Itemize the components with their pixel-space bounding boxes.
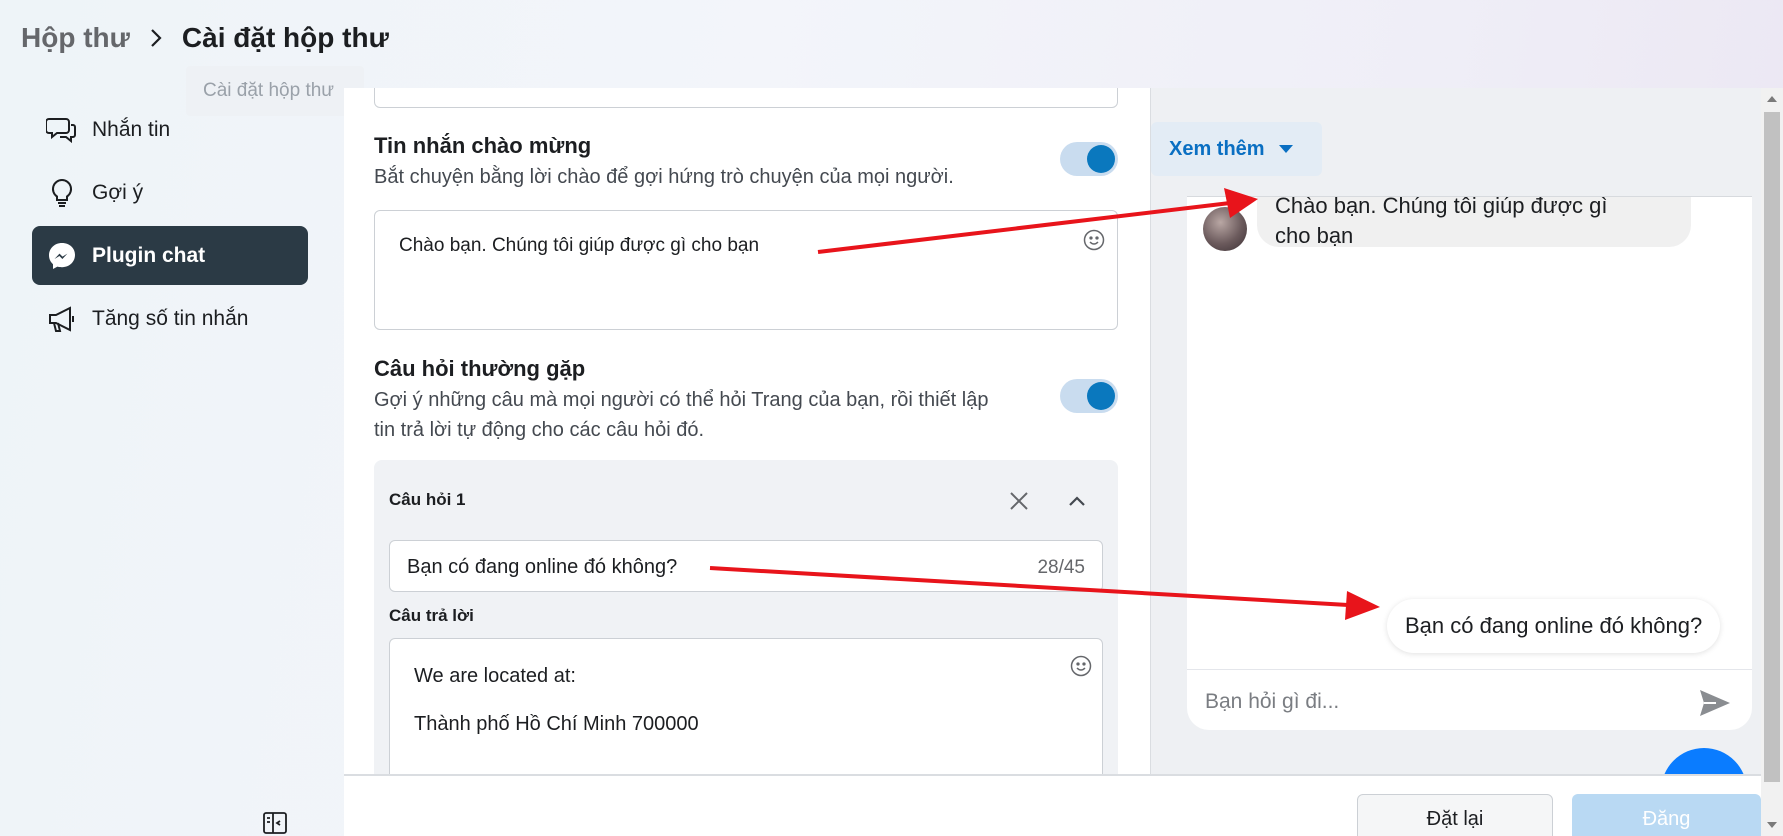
settings-panel: Tin nhắn chào mừng Bắt chuyện bằng lời c… [344,88,1150,774]
chat-input-placeholder: Bạn hỏi gì đi... [1205,690,1340,713]
faq-title: Câu hỏi thường gặp [374,356,586,381]
scroll-up-arrow-icon[interactable] [1767,96,1777,102]
sidebar-item-label: Nhắn tin [92,117,171,141]
emoji-icon[interactable] [1083,229,1105,251]
chat-window: Chào bạn. Chúng tôi giúp được gì cho bạn… [1187,196,1752,730]
messenger-icon [46,240,78,272]
reset-button[interactable]: Đặt lại [1357,794,1553,836]
chat-input[interactable]: Bạn hỏi gì đi... [1187,669,1752,730]
close-icon[interactable] [1008,490,1030,512]
chat-preview-panel: Xem thêm Chào bạn. Chúng tôi giúp được g… [1150,88,1761,774]
scroll-thumb[interactable] [1764,112,1780,782]
answer-line: We are located at: [414,665,576,687]
see-more-label: Xem thêm [1169,137,1265,160]
chevron-right-icon [145,27,167,49]
lightbulb-icon [46,177,78,209]
faq-toggle[interactable] [1060,379,1118,413]
answer-label: Câu trả lời [389,606,474,625]
greeting-title: Tin nhắn chào mừng [374,133,592,158]
faq-description-line1: Gợi ý những câu mà mọi người có thể hỏi … [374,389,989,411]
messenger-chat-button[interactable] [1661,748,1747,774]
sidebar-item-messaging[interactable]: Nhắn tin [32,100,308,159]
sidebar-item-plugin-chat[interactable]: Plugin chat [32,226,308,285]
page-title: Cài đặt hộp thư [181,22,389,53]
greeting-message-input[interactable]: Chào bạn. Chúng tôi giúp được gì cho bạn [374,210,1118,330]
question-input-value: Bạn có đang online đó không? [407,556,678,578]
toggle-knob [1087,145,1115,173]
faq-question-card: Câu hỏi 1 Bạn có đang online đó không? 2… [374,460,1118,774]
bot-message-line: Chào bạn. Chúng tôi giúp được gì [1275,196,1608,218]
see-more-button[interactable]: Xem thêm [1151,122,1322,176]
collapse-sidebar-icon[interactable] [262,810,288,836]
breadcrumb: Hộp thư Cài đặt hộp thư [21,20,389,56]
previous-field[interactable] [374,88,1118,108]
emoji-icon[interactable] [1070,655,1092,677]
publish-button[interactable]: Đăng [1572,794,1761,836]
footer-bar: Đặt lại Đăng [344,774,1761,836]
sidebar-item-label: Plugin chat [92,243,206,267]
avatar [1203,207,1247,251]
sidebar-item-label: Gợi ý [92,180,144,204]
greeting-description: Bắt chuyện bằng lời chào để gợi hứng trò… [374,166,954,188]
faq-description-line2: tin trả lời tự động cho các câu hỏi đó. [374,419,705,441]
character-count: 28/45 [1037,557,1085,578]
scrollbar[interactable] [1761,88,1783,836]
sidebar-item-suggestions[interactable]: Gợi ý [32,163,308,222]
question-title: Câu hỏi 1 [389,490,466,509]
sidebar-item-boost-messages[interactable]: Tăng số tin nhắn [32,289,308,348]
faq-suggestion-bubble[interactable]: Bạn có đang online đó không? [1387,599,1721,653]
bot-message-bubble: Chào bạn. Chúng tôi giúp được gì cho bạn [1257,196,1691,248]
greeting-message-text: Chào bạn. Chúng tôi giúp được gì cho bạn [399,235,760,256]
sidebar-item-label: Tăng số tin nhắn [92,306,249,330]
greeting-toggle[interactable] [1060,142,1118,176]
answer-line: Thành phố Hồ Chí Minh 700000 [414,713,699,735]
scroll-down-arrow-icon[interactable] [1767,822,1777,828]
breadcrumb-root-link[interactable]: Hộp thư [21,22,130,54]
sidebar: Nhắn tin Gợi ý Plugin chat Tăng số tin n… [32,100,308,352]
answer-input[interactable]: We are located at: Thành phố Hồ Chí Minh… [389,638,1103,774]
question-input[interactable]: Bạn có đang online đó không? 28/45 [389,540,1103,592]
megaphone-icon [46,303,78,335]
toggle-knob [1087,382,1115,410]
chevron-up-icon[interactable] [1066,490,1088,512]
caret-down-icon [1278,145,1293,153]
send-icon[interactable] [1698,688,1732,718]
bot-message-line: cho bạn [1275,223,1354,248]
chat-bubbles-icon [46,114,78,146]
